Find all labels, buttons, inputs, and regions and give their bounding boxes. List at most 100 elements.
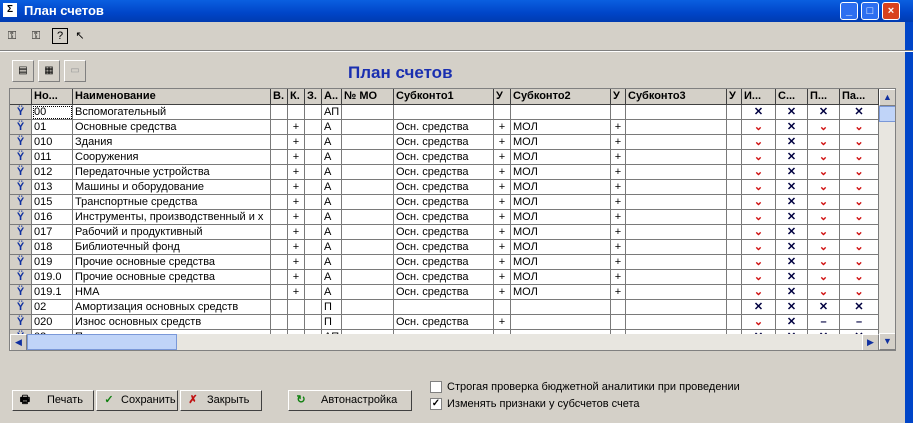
flag-cell[interactable] xyxy=(611,315,626,330)
flag-cell[interactable]: + xyxy=(288,180,305,195)
subconto2-cell[interactable]: МОЛ xyxy=(511,180,611,195)
flag-cell[interactable] xyxy=(727,315,742,330)
table-row[interactable]: Ϋ 020 Износ основных средств П Осн. средства… xyxy=(10,315,880,330)
subconto1-cell[interactable]: Осн. средства xyxy=(394,225,494,240)
column-header[interactable]: У xyxy=(727,89,742,105)
mark-cell[interactable]: ⌄ xyxy=(808,270,840,285)
flag-cell[interactable]: + xyxy=(288,195,305,210)
flag-cell[interactable] xyxy=(271,225,288,240)
activity-cell[interactable]: А xyxy=(322,285,342,300)
flag-cell[interactable]: + xyxy=(494,225,511,240)
mark-cell[interactable]: ✕ xyxy=(776,120,808,135)
subconto1-cell[interactable]: Осн. средства xyxy=(394,180,494,195)
flag-cell[interactable]: + xyxy=(611,255,626,270)
mo-cell[interactable] xyxy=(342,285,394,300)
scroll-thumb-horizontal[interactable] xyxy=(27,334,177,350)
close-button[interactable]: ✗ Закрыть xyxy=(180,390,262,411)
column-header[interactable]: В. xyxy=(271,89,288,105)
column-header[interactable]: У xyxy=(611,89,626,105)
subconto3-cell[interactable] xyxy=(626,300,727,315)
mark-cell[interactable]: ⌄ xyxy=(808,120,840,135)
flag-cell[interactable] xyxy=(271,315,288,330)
subconto2-cell[interactable]: МОЛ xyxy=(511,225,611,240)
subconto1-cell[interactable] xyxy=(394,300,494,315)
flag-cell[interactable] xyxy=(305,210,322,225)
flag-cell[interactable]: + xyxy=(288,120,305,135)
account-name-cell[interactable]: Сооружения xyxy=(73,150,271,165)
subconto1-cell[interactable]: Осн. средства xyxy=(394,270,494,285)
scroll-thumb[interactable] xyxy=(879,106,895,122)
column-header[interactable]: П... xyxy=(808,89,840,105)
flag-cell[interactable] xyxy=(271,120,288,135)
mark-cell[interactable]: ⌄ xyxy=(742,210,776,225)
flag-cell[interactable] xyxy=(727,300,742,315)
mark-cell[interactable]: ⌄ xyxy=(808,225,840,240)
activity-cell[interactable]: А xyxy=(322,180,342,195)
flag-cell[interactable]: + xyxy=(611,270,626,285)
mark-cell[interactable]: ✕ xyxy=(776,255,808,270)
activity-cell[interactable]: А xyxy=(322,195,342,210)
flag-cell[interactable] xyxy=(271,300,288,315)
help-icon[interactable]: ? xyxy=(52,28,68,44)
flag-cell[interactable] xyxy=(727,180,742,195)
scroll-right-icon[interactable]: ▶ xyxy=(862,334,879,350)
mark-cell[interactable]: ⌄ xyxy=(840,150,879,165)
mo-cell[interactable] xyxy=(342,150,394,165)
flag-cell[interactable]: + xyxy=(611,240,626,255)
save-button[interactable]: ✓ Сохранить xyxy=(96,390,178,411)
table-row[interactable]: Ϋ 011 Сооружения + А Осн. средства + МОЛ + ⌄ ✕ ⌄ ⌄ xyxy=(10,150,880,165)
mark-cell[interactable]: ⌄ xyxy=(808,165,840,180)
account-code-cell[interactable]: 018 xyxy=(32,240,73,255)
activity-cell[interactable]: А xyxy=(322,150,342,165)
account-code-cell[interactable]: 012 xyxy=(32,165,73,180)
activity-cell[interactable]: А xyxy=(322,240,342,255)
flag-cell[interactable]: + xyxy=(611,180,626,195)
activity-cell[interactable]: П xyxy=(322,315,342,330)
mark-cell[interactable]: ✕ xyxy=(776,180,808,195)
flag-cell[interactable] xyxy=(305,165,322,180)
checkbox-box[interactable] xyxy=(430,381,442,393)
column-header[interactable]: Субконто2 xyxy=(511,89,611,105)
subconto2-cell[interactable]: МОЛ xyxy=(511,270,611,285)
subconto3-cell[interactable] xyxy=(626,195,727,210)
subconto2-cell[interactable]: МОЛ xyxy=(511,285,611,300)
maximize-button[interactable]: □ xyxy=(861,2,879,20)
mark-cell[interactable]: ⌄ xyxy=(808,210,840,225)
table-row[interactable]: Ϋ 00 Вспомогательный АП ✕ ✕ ✕ ✕ xyxy=(10,105,880,120)
mark-cell[interactable]: ⌄ xyxy=(808,255,840,270)
mark-cell[interactable]: ⌄ xyxy=(742,120,776,135)
activity-cell[interactable]: А xyxy=(322,225,342,240)
flag-cell[interactable]: + xyxy=(288,165,305,180)
mo-cell[interactable] xyxy=(342,165,394,180)
flag-cell[interactable]: + xyxy=(494,285,511,300)
subconto2-cell[interactable]: МОЛ xyxy=(511,150,611,165)
account-code-cell[interactable]: 01 xyxy=(32,120,73,135)
subconto3-cell[interactable] xyxy=(626,210,727,225)
scroll-up-icon[interactable]: ▲ xyxy=(879,89,895,106)
mark-cell[interactable]: ✕ xyxy=(776,165,808,180)
flag-cell[interactable] xyxy=(271,180,288,195)
mark-cell[interactable]: ⌄ xyxy=(742,270,776,285)
account-code-cell[interactable]: 017 xyxy=(32,225,73,240)
flag-cell[interactable] xyxy=(288,300,305,315)
flag-cell[interactable]: + xyxy=(288,240,305,255)
column-header[interactable]: З. xyxy=(305,89,322,105)
horizontal-scrollbar[interactable]: ◀ ▶ xyxy=(10,334,879,350)
mo-cell[interactable] xyxy=(342,255,394,270)
account-name-cell[interactable]: Библиотечный фонд xyxy=(73,240,271,255)
flag-cell[interactable]: + xyxy=(288,210,305,225)
flag-cell[interactable] xyxy=(305,240,322,255)
account-code-cell[interactable]: 019.1 xyxy=(32,285,73,300)
mark-cell[interactable]: – xyxy=(808,315,840,330)
flag-cell[interactable] xyxy=(494,300,511,315)
flag-cell[interactable]: + xyxy=(288,150,305,165)
mark-cell[interactable]: ✕ xyxy=(808,105,840,120)
account-name-cell[interactable]: НМА xyxy=(73,285,271,300)
mark-cell[interactable]: ⌄ xyxy=(742,165,776,180)
flag-cell[interactable] xyxy=(271,210,288,225)
mark-cell[interactable]: ⌄ xyxy=(808,135,840,150)
flag-cell[interactable] xyxy=(727,135,742,150)
column-header[interactable]: № МО xyxy=(342,89,394,105)
flag-cell[interactable] xyxy=(727,240,742,255)
column-header[interactable]: С... xyxy=(776,89,808,105)
